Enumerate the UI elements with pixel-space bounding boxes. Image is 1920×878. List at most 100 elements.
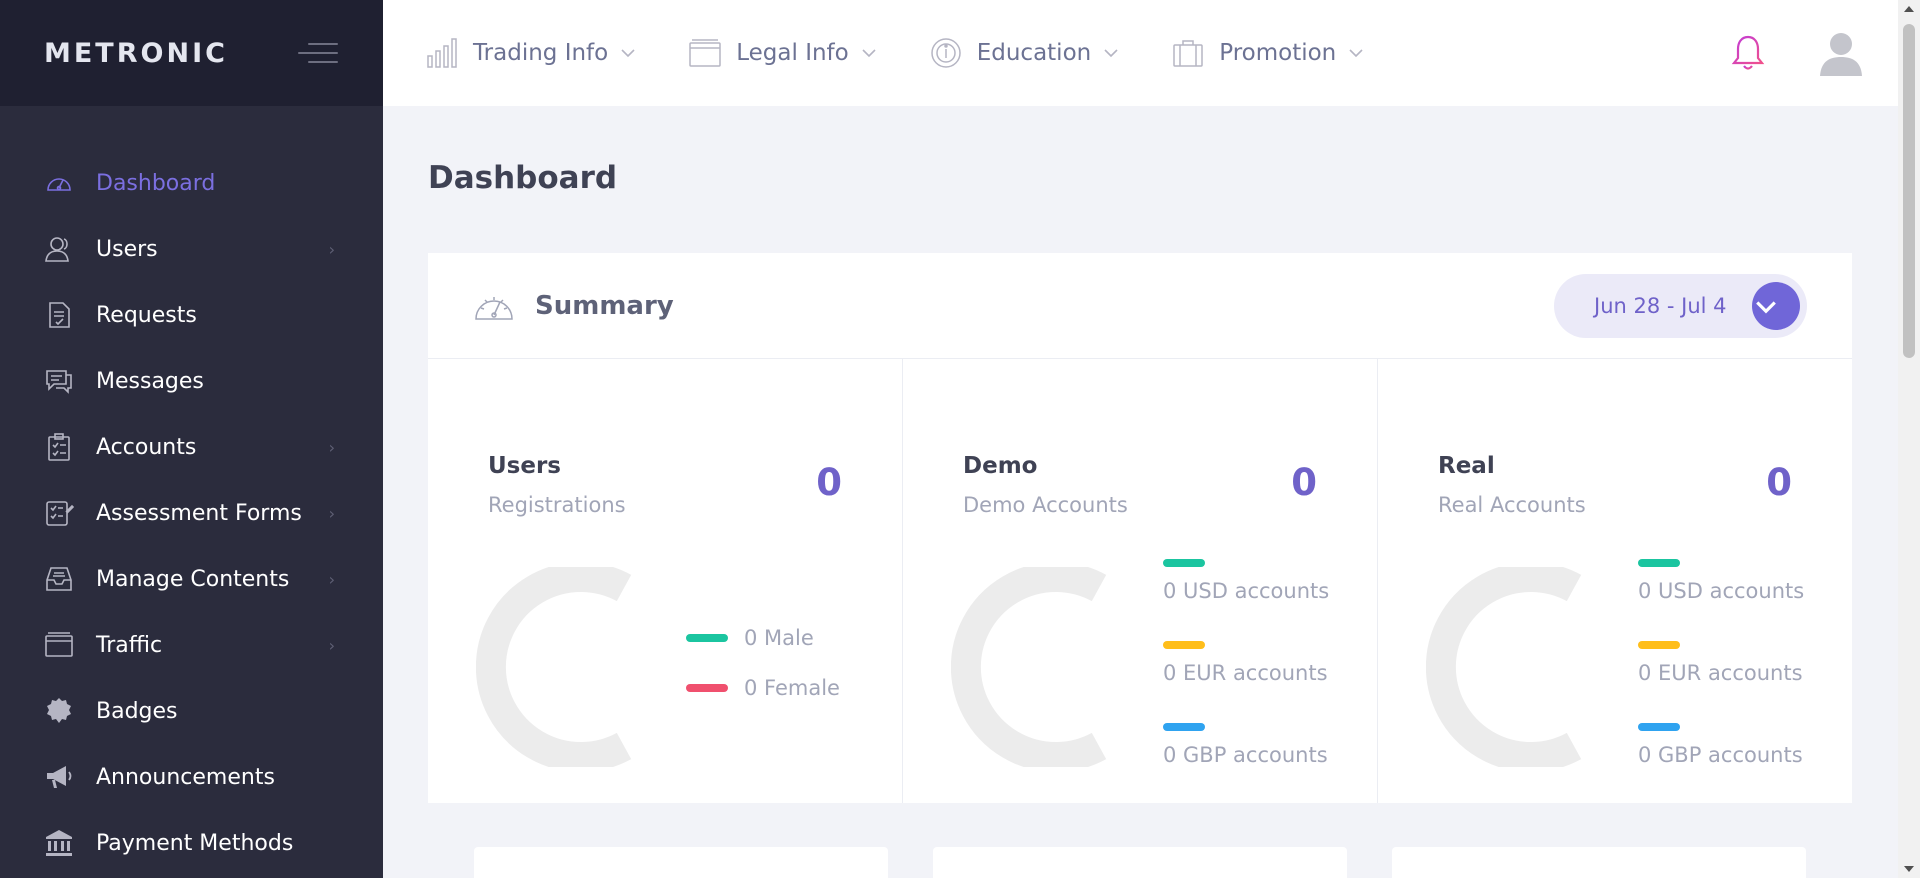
topbar: Trading Info Legal Info Education Promot…: [383, 0, 1898, 106]
sidebar-item-label: Payment Methods: [96, 830, 294, 856]
chevron-down-icon: [1349, 49, 1363, 58]
brand-bar: METRONIC: [0, 0, 383, 106]
sidebar: METRONIC Dashboard Users › Requests Mess…: [0, 0, 383, 878]
topbar-actions: [1730, 28, 1866, 78]
user-avatar-icon[interactable]: [1816, 28, 1866, 78]
speedometer-icon: [475, 296, 513, 320]
chevron-down-icon: [1104, 49, 1118, 58]
legend-item-eur: 0 EUR accounts: [1163, 641, 1328, 685]
bank-icon: [43, 827, 75, 859]
topnav-trading-info[interactable]: Trading Info: [425, 36, 636, 70]
sidebar-item-users[interactable]: Users ›: [0, 216, 383, 282]
stat-value: 0: [816, 461, 842, 504]
sidebar-item-accounts[interactable]: Accounts ›: [0, 414, 383, 480]
stat-value: 0: [1766, 461, 1792, 504]
legend-label: 0 Female: [744, 676, 840, 700]
scroll-thumb[interactable]: [1903, 24, 1915, 358]
chevron-right-icon: ›: [328, 635, 335, 655]
bottom-card: [933, 847, 1347, 878]
sidebar-item-label: Dashboard: [96, 170, 216, 196]
date-range-text: Jun 28 - Jul 4: [1594, 294, 1727, 318]
topnav-promotion[interactable]: Promotion: [1171, 36, 1364, 70]
real-donut-chart: [1426, 567, 1582, 767]
stat-title: Users: [488, 453, 561, 479]
legend-item-gbp: 0 GBP accounts: [1163, 723, 1328, 767]
chevron-right-icon: ›: [328, 569, 335, 589]
chevron-down-icon: [621, 49, 635, 58]
sidebar-item-badges[interactable]: Badges: [0, 678, 383, 744]
legend-label: 0 EUR accounts: [1163, 661, 1328, 685]
demo-donut-chart: [951, 567, 1107, 767]
topnav-label: Legal Info: [736, 40, 849, 66]
legal-window-icon: [689, 39, 721, 67]
stat-subtitle: Registrations: [488, 493, 626, 517]
badge-seal-icon: [43, 695, 75, 727]
scroll-down-arrow-icon[interactable]: [1904, 866, 1914, 872]
legend-item-usd: 0 USD accounts: [1163, 559, 1329, 603]
users-donut-chart: [476, 567, 632, 767]
education-info-icon: [930, 38, 961, 68]
sidebar-toggle-icon[interactable]: [298, 40, 338, 66]
requests-document-icon: [43, 299, 75, 331]
sidebar-item-requests[interactable]: Requests: [0, 282, 383, 348]
page-scrollbar[interactable]: [1898, 0, 1920, 878]
legend-swatch: [1638, 723, 1680, 731]
chevron-right-icon: ›: [328, 239, 335, 259]
sidebar-item-label: Requests: [96, 302, 197, 328]
briefcase-icon: [1173, 40, 1203, 67]
notification-bell-icon[interactable]: [1730, 33, 1766, 73]
stat-title: Demo: [963, 453, 1038, 479]
inbox-tray-icon: [43, 563, 75, 595]
summary-card: Summary Jun 28 - Jul 4 Users Registratio…: [428, 253, 1852, 803]
topnav-legal-info[interactable]: Legal Info: [688, 36, 876, 70]
sidebar-item-dashboard[interactable]: Dashboard: [0, 150, 383, 216]
sidebar-item-messages[interactable]: Messages: [0, 348, 383, 414]
assessment-form-icon: [43, 497, 75, 529]
bottom-card: [1392, 847, 1806, 878]
sidebar-item-label: Messages: [96, 368, 204, 394]
users-icon: [43, 233, 75, 265]
sidebar-item-label: Badges: [96, 698, 178, 724]
sidebar-item-label: Manage Contents: [96, 566, 290, 592]
topnav-label: Trading Info: [473, 40, 609, 66]
sidebar-item-assessment-forms[interactable]: Assessment Forms ›: [0, 480, 383, 546]
sidebar-item-payment-methods[interactable]: Payment Methods: [0, 810, 383, 876]
stat-users: Users Registrations 0 0 Male 0 Female: [428, 359, 903, 803]
brand-logo[interactable]: METRONIC: [44, 38, 228, 69]
legend-swatch: [1163, 723, 1205, 731]
legend-label: 0 USD accounts: [1638, 579, 1805, 603]
legend-swatch: [1163, 559, 1205, 567]
stat-subtitle: Demo Accounts: [963, 493, 1128, 517]
legend-item-female: 0 Female: [686, 676, 840, 700]
chevron-down-icon: [1756, 301, 1776, 314]
sidebar-item-manage-contents[interactable]: Manage Contents ›: [0, 546, 383, 612]
date-range-dropdown-button[interactable]: [1752, 282, 1800, 330]
legend-label: 0 USD accounts: [1163, 579, 1330, 603]
legend-swatch: [1163, 641, 1205, 649]
legend-swatch: [686, 684, 728, 692]
legend-swatch: [1638, 641, 1680, 649]
bottom-card: [474, 847, 888, 878]
topnav-education[interactable]: Education: [929, 36, 1120, 70]
stat-subtitle: Real Accounts: [1438, 493, 1586, 517]
date-range-picker[interactable]: Jun 28 - Jul 4: [1554, 274, 1807, 338]
legend-item-eur: 0 EUR accounts: [1638, 641, 1803, 685]
sidebar-item-traffic[interactable]: Traffic ›: [0, 612, 383, 678]
sidebar-item-label: Traffic: [96, 632, 163, 658]
traffic-window-icon: [43, 629, 75, 661]
page-title: Dashboard: [428, 160, 618, 196]
legend-label: 0 Male: [744, 626, 814, 650]
scroll-up-arrow-icon[interactable]: [1904, 6, 1914, 12]
summary-stats: Users Registrations 0 0 Male 0 Female De…: [428, 359, 1852, 803]
legend-label: 0 GBP accounts: [1638, 743, 1803, 767]
chevron-right-icon: ›: [328, 503, 335, 523]
stat-value: 0: [1291, 461, 1317, 504]
dashboard-gauge-icon: [43, 167, 75, 199]
messages-chat-icon: [43, 365, 75, 397]
legend-item-gbp: 0 GBP accounts: [1638, 723, 1803, 767]
sidebar-menu: Dashboard Users › Requests Messages Acco…: [0, 150, 383, 876]
bar-chart-icon: [427, 38, 457, 68]
sidebar-item-announcements[interactable]: Announcements: [0, 744, 383, 810]
sidebar-item-label: Announcements: [96, 764, 275, 790]
sidebar-item-label: Assessment Forms: [96, 500, 302, 526]
